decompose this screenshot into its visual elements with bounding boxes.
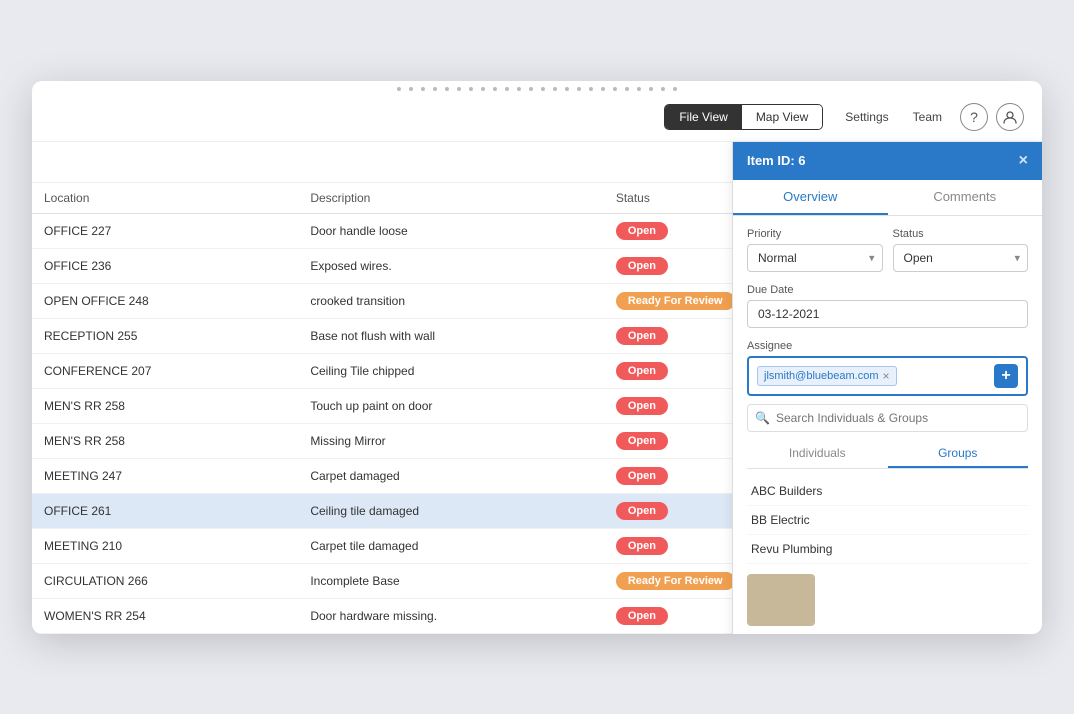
user-icon[interactable] — [996, 103, 1024, 131]
panel-title: Item ID: 6 — [747, 153, 806, 168]
panel-close-button[interactable]: × — [1019, 152, 1028, 170]
status-badge: Open — [616, 327, 668, 345]
view-tab-group: File View Map View — [664, 104, 823, 130]
nav-settings[interactable]: Settings — [835, 105, 898, 129]
assignee-label: Assignee — [747, 340, 1028, 352]
group-list: ABC Builders BB Electric Revu Plumbing — [747, 477, 1028, 564]
status-badge: Open — [616, 502, 668, 520]
top-nav: File View Map View Settings Team ? — [32, 93, 1042, 142]
status-badge: Ready For Review — [616, 292, 735, 310]
help-icon[interactable]: ? — [960, 103, 988, 131]
priority-select[interactable]: Normal Low High Critical — [747, 244, 883, 272]
status-badge: Open — [616, 222, 668, 240]
status-badge: Open — [616, 537, 668, 555]
tab-map-view[interactable]: Map View — [742, 105, 822, 129]
assignee-tags: jlsmith@bluebeam.com × — [757, 366, 994, 386]
cell-description: Carpet damaged — [298, 458, 604, 493]
cell-location: MEN'S RR 258 — [32, 388, 298, 423]
due-date-input[interactable] — [747, 300, 1028, 328]
cell-location: WOMEN'S RR 254 — [32, 598, 298, 633]
due-date-label: Due Date — [747, 284, 1028, 296]
cell-location: RECEPTION 255 — [32, 318, 298, 353]
cell-description: Base not flush with wall — [298, 318, 604, 353]
cell-description: Ceiling Tile chipped — [298, 353, 604, 388]
status-badge: Open — [616, 607, 668, 625]
tab-file-view[interactable]: File View — [665, 105, 741, 129]
assignee-box: jlsmith@bluebeam.com × + — [747, 356, 1028, 396]
group-item[interactable]: BB Electric — [747, 506, 1028, 535]
cell-location: OFFICE 261 — [32, 493, 298, 528]
search-icon: 🔍 — [755, 411, 770, 425]
sub-tab-individuals[interactable]: Individuals — [747, 440, 888, 468]
cell-location: OFFICE 236 — [32, 248, 298, 283]
cell-description: Door handle loose — [298, 213, 604, 248]
cell-description: crooked transition — [298, 283, 604, 318]
priority-select-wrapper: Normal Low High Critical — [747, 244, 883, 272]
status-badge: Open — [616, 467, 668, 485]
status-badge: Ready For Review — [616, 572, 735, 590]
photo-thumbnail — [747, 574, 815, 626]
assignee-email: jlsmith@bluebeam.com — [764, 370, 879, 382]
item-panel: Item ID: 6 × Overview Comments Priority … — [732, 142, 1042, 634]
panel-body: Priority Normal Low High Critical Status — [733, 216, 1042, 634]
main-content: ⇧ Export Location Description Status Ass… — [32, 142, 1042, 634]
cell-location: OPEN OFFICE 248 — [32, 283, 298, 318]
cell-description: Door hardware missing. — [298, 598, 604, 633]
status-select-wrapper: Open In Progress Ready For Review Closed — [893, 244, 1029, 272]
cell-description: Exposed wires. — [298, 248, 604, 283]
col-location: Location — [32, 183, 298, 214]
group-item[interactable]: Revu Plumbing — [747, 535, 1028, 564]
cell-location: MEETING 247 — [32, 458, 298, 493]
col-description: Description — [298, 183, 604, 214]
priority-col: Priority Normal Low High Critical — [747, 228, 883, 272]
status-badge: Open — [616, 432, 668, 450]
cell-location: MEN'S RR 258 — [32, 423, 298, 458]
panel-header: Item ID: 6 × — [733, 142, 1042, 180]
cell-description: Touch up paint on door — [298, 388, 604, 423]
cell-description: Incomplete Base — [298, 563, 604, 598]
cell-location: CONFERENCE 207 — [32, 353, 298, 388]
cell-description: Missing Mirror — [298, 423, 604, 458]
status-label: Status — [893, 228, 1029, 240]
status-select[interactable]: Open In Progress Ready For Review Closed — [893, 244, 1029, 272]
sub-tabs: Individuals Groups — [747, 440, 1028, 469]
cell-location: OFFICE 227 — [32, 213, 298, 248]
tab-comments[interactable]: Comments — [888, 180, 1043, 215]
app-window: File View Map View Settings Team ? ⇧ Exp… — [32, 81, 1042, 634]
nav-team[interactable]: Team — [903, 105, 952, 129]
assignee-tag: jlsmith@bluebeam.com × — [757, 366, 897, 386]
search-wrapper: 🔍 — [747, 404, 1028, 432]
panel-tabs: Overview Comments — [733, 180, 1042, 216]
status-col: Status Open In Progress Ready For Review… — [893, 228, 1029, 272]
priority-label: Priority — [747, 228, 883, 240]
status-badge: Open — [616, 257, 668, 275]
add-assignee-button[interactable]: + — [994, 364, 1018, 388]
cell-location: CIRCULATION 266 — [32, 563, 298, 598]
cell-description: Carpet tile damaged — [298, 528, 604, 563]
search-input[interactable] — [747, 404, 1028, 432]
cell-location: MEETING 210 — [32, 528, 298, 563]
priority-status-row: Priority Normal Low High Critical Status — [747, 228, 1028, 272]
status-badge: Open — [616, 362, 668, 380]
tab-overview[interactable]: Overview — [733, 180, 888, 215]
group-item[interactable]: ABC Builders — [747, 477, 1028, 506]
sub-tab-groups[interactable]: Groups — [888, 440, 1029, 468]
status-badge: Open — [616, 397, 668, 415]
cell-description: Ceiling tile damaged — [298, 493, 604, 528]
remove-assignee-button[interactable]: × — [883, 369, 890, 383]
dots-top — [32, 81, 1042, 93]
